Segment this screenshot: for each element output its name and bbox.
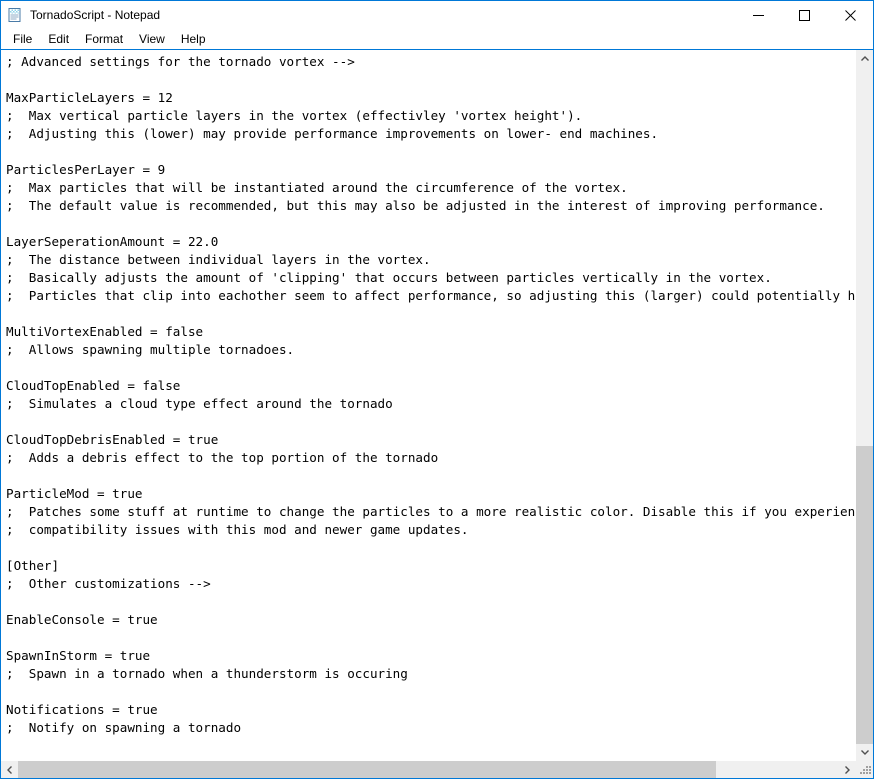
notepad-window: TornadoScript - Notepad File Edit Format… [0,0,874,779]
text-line [6,593,856,611]
vertical-scroll-track[interactable] [856,67,873,744]
text-line [6,467,856,485]
text-line: ; Simulates a cloud type effect around t… [6,396,393,411]
text-line: ; Adjusting this (lower) may provide per… [6,126,659,141]
maximize-button[interactable] [781,1,827,29]
menu-view[interactable]: View [131,30,173,49]
text-line: MultiVortexEnabled = false [6,324,204,339]
text-line [6,215,856,233]
menu-bar: File Edit Format View Help [1,29,873,49]
text-line: EnableConsole = true [6,612,158,627]
vertical-scroll-thumb[interactable] [856,446,873,744]
text-line: ; Spawn in a tornado when a thunderstorm… [6,666,408,681]
text-line [6,359,856,377]
client-area: ; Advanced settings for the tornado vort… [1,49,873,778]
text-line: ; Adds a debris effect to the top portio… [6,450,439,465]
text-line [6,413,856,431]
text-line: ParticlesPerLayer = 9 [6,162,166,177]
text-editor[interactable]: ; Advanced settings for the tornado vort… [1,50,856,761]
menu-format[interactable]: Format [77,30,131,49]
text-line [6,71,856,89]
text-line: LayerSeperationAmount = 22.0 [6,234,219,249]
menu-help[interactable]: Help [173,30,214,49]
text-line: ; compatibility issues with this mod and… [6,522,469,537]
text-line: CloudTopEnabled = false [6,378,181,393]
text-line: ParticleMod = true [6,486,143,501]
horizontal-scrollbar[interactable] [1,761,856,778]
text-line [6,305,856,323]
text-line: SpawnInStorm = true [6,648,151,663]
close-button[interactable] [827,1,873,29]
window-controls [735,1,873,29]
text-line [6,539,856,557]
text-line: [Other] [6,558,60,573]
menu-file[interactable]: File [5,30,40,49]
text-line: ; Max vertical particle layers in the vo… [6,108,583,123]
text-line: ; The default value is recommended, but … [6,198,825,213]
text-line [6,629,856,647]
text-line: ; The distance between individual layers… [6,252,431,267]
text-line: MaxParticleLayers = 12 [6,90,173,105]
text-line: ; Particles that clip into eachother see… [6,288,856,303]
title-bar[interactable]: TornadoScript - Notepad [1,1,873,29]
text-line: Notifications = true [6,702,158,717]
vertical-scrollbar[interactable] [856,50,873,761]
text-line: ; Max particles that will be instantiate… [6,180,628,195]
text-line: ; Notify on spawning a tornado [6,720,242,735]
text-row: ; Advanced settings for the tornado vort… [1,50,873,761]
resize-grip[interactable] [856,761,873,778]
text-line: CloudTopDebrisEnabled = true [6,432,219,447]
window-title: TornadoScript - Notepad [30,8,161,22]
text-line [6,683,856,701]
text-line: ; Basically adjusts the amount of 'clipp… [6,270,772,285]
minimize-button[interactable] [735,1,781,29]
notepad-icon [7,7,23,23]
text-line: ; Other customizations --> [6,576,211,591]
text-line: ; Patches some stuff at runtime to chang… [6,504,856,519]
horizontal-scroll-track[interactable] [18,761,839,778]
horizontal-scroll-thumb[interactable] [18,761,716,778]
text-line: ; Advanced settings for the tornado vort… [6,54,355,69]
scroll-right-arrow-icon[interactable] [839,761,856,778]
text-line [6,143,856,161]
scroll-left-arrow-icon[interactable] [1,761,18,778]
scroll-down-arrow-icon[interactable] [856,744,873,761]
menu-edit[interactable]: Edit [40,30,77,49]
text-line: ; Allows spawning multiple tornadoes. [6,342,295,357]
horizontal-scrollbar-row [1,761,873,778]
scroll-up-arrow-icon[interactable] [856,50,873,67]
